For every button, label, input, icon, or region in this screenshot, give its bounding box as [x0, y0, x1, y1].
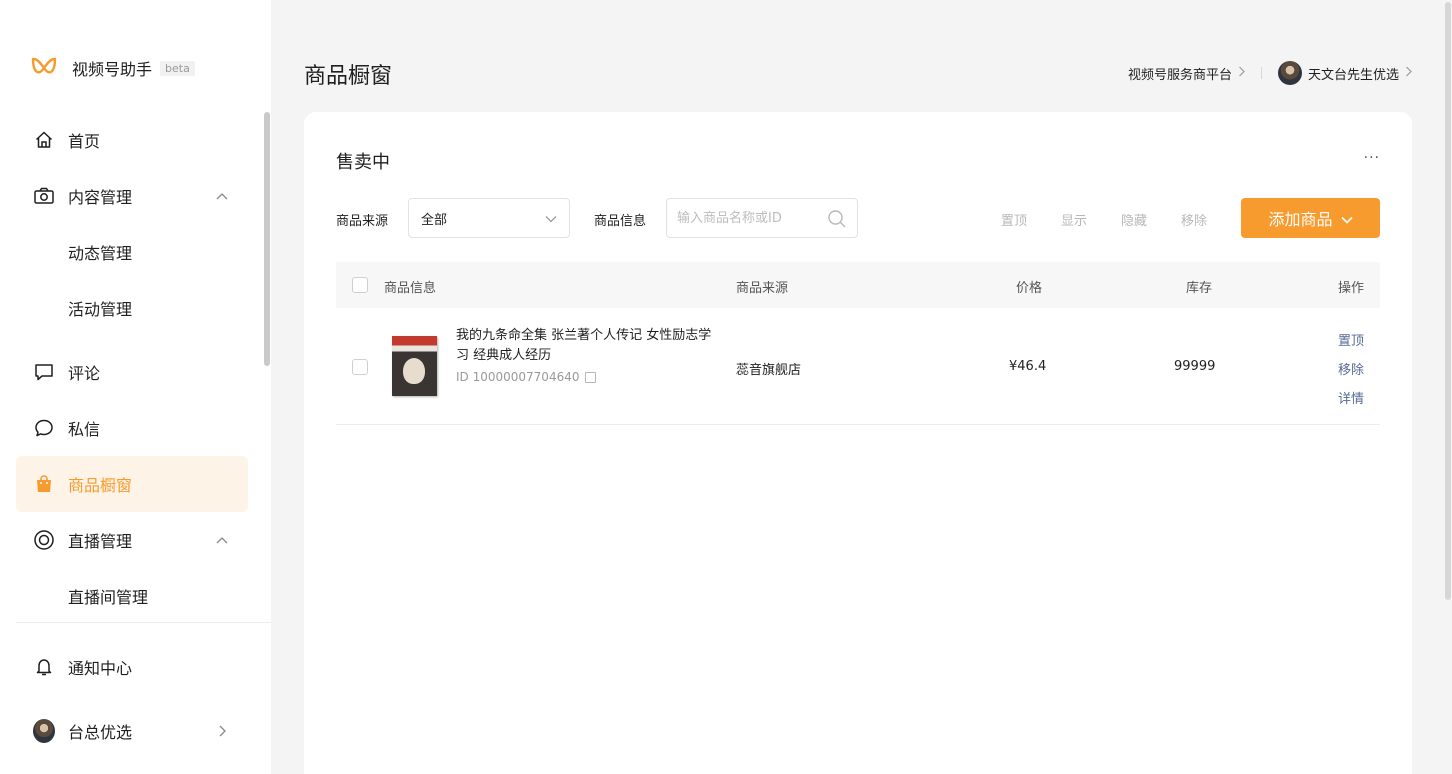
source-filter-label: 商品来源 [336, 214, 389, 229]
info-filter-label: 商品信息 [594, 214, 647, 229]
brand[interactable]: 视频号助手 beta [30, 52, 195, 84]
product-price: ¥46.4 [1009, 359, 1047, 374]
chevron-right-icon[interactable] [216, 725, 228, 737]
sidebar-nav: 首页 内容管理 动态管理 活动管理 评论 私信 商品橱窗 直播管理 直播间管理 [16, 112, 248, 624]
sidebar-item-live[interactable]: 直播管理 [16, 512, 248, 568]
sidebar-bottom: 通知中心 台总优选 [16, 622, 271, 774]
camera-icon [33, 185, 55, 207]
divider [1260, 67, 1262, 79]
beta-badge: beta [160, 60, 195, 76]
table-header: 商品信息 商品来源 价格 库存 操作 [336, 262, 1380, 308]
product-stock: 99999 [1174, 359, 1216, 374]
sidebar-item-account[interactable]: 台总优选 [16, 703, 248, 759]
comment-icon [33, 361, 55, 383]
nav-gap [16, 336, 248, 344]
source-select-value: 全部 [421, 212, 448, 228]
product-thumbnail[interactable] [392, 336, 437, 396]
product-list-card: 售卖中 ··· 商品来源 全部 商品信息 置顶 显示 隐藏 移除 添加商品 商品… [304, 112, 1412, 774]
page-scrollbar[interactable] [1444, 0, 1452, 774]
card-title: 售卖中 [336, 152, 390, 173]
add-product-button[interactable]: 添加商品 [1241, 198, 1380, 238]
column-header-stock: 库存 [1186, 281, 1213, 296]
scrollbar-thumb[interactable] [264, 112, 270, 366]
cover-portrait [403, 358, 425, 384]
copy-icon[interactable] [585, 371, 597, 383]
bulk-hide-button[interactable]: 隐藏 [1121, 210, 1147, 229]
sidebar-item-notifications[interactable]: 通知中心 [16, 639, 248, 695]
column-header-price: 价格 [1016, 281, 1043, 296]
live-icon [33, 529, 55, 551]
sidebar-item-label: 内容管理 [68, 188, 133, 207]
sidebar-scrollbar[interactable] [263, 112, 271, 622]
chevron-up-icon[interactable] [216, 534, 228, 546]
column-header-ops: 操作 [1337, 281, 1364, 296]
sidebar-item-label: 首页 [68, 132, 101, 151]
chevron-right-icon [1238, 66, 1245, 81]
chevron-down-icon [545, 212, 557, 227]
service-platform-label: 视频号服务商平台 [1127, 67, 1232, 83]
sidebar-item-content[interactable]: 内容管理 [16, 168, 248, 224]
avatar [33, 719, 55, 743]
column-header-source: 商品来源 [736, 281, 789, 296]
bulk-pin-button[interactable]: 置顶 [1001, 210, 1027, 229]
sidebar-item-messages[interactable]: 私信 [16, 400, 248, 456]
sidebar-item-label: 私信 [68, 420, 101, 439]
sidebar-item-label: 动态管理 [68, 244, 133, 263]
source-select[interactable]: 全部 [408, 198, 570, 238]
sidebar-item-label: 商品橱窗 [68, 476, 133, 495]
sidebar-item-label: 通知中心 [68, 659, 133, 678]
chevron-down-icon [1340, 209, 1353, 228]
sidebar-item-posts[interactable]: 动态管理 [16, 224, 248, 280]
sidebar-item-activities[interactable]: 活动管理 [16, 280, 248, 336]
pin-product-link[interactable]: 置顶 [1338, 330, 1364, 349]
product-id-text: ID 10000007704640 [456, 370, 580, 384]
header-links: 视频号服务商平台 天文台先生优选 [1128, 60, 1412, 86]
product-details-link[interactable]: 详情 [1338, 388, 1364, 407]
avatar [1277, 61, 1302, 85]
shopping-bag-icon [33, 473, 55, 495]
sidebar-item-label: 活动管理 [68, 300, 133, 319]
home-icon [33, 129, 55, 151]
sidebar: 视频号助手 beta 首页 内容管理 动态管理 活动管理 评论 私信 商品橱窗 … [0, 0, 271, 774]
sidebar-item-comments[interactable]: 评论 [16, 344, 248, 400]
sidebar-item-live-rooms[interactable]: 直播间管理 [16, 568, 248, 624]
chevron-up-icon[interactable] [216, 190, 228, 202]
sidebar-item-label: 评论 [68, 364, 101, 383]
sidebar-item-label: 直播间管理 [68, 588, 149, 607]
product-source: 蕊音旗舰店 [736, 363, 802, 378]
select-all-checkbox[interactable] [352, 277, 368, 293]
scrollbar-thumb[interactable] [1445, 2, 1451, 600]
chevron-right-icon [1405, 66, 1412, 81]
bulk-remove-button[interactable]: 移除 [1181, 210, 1207, 229]
service-platform-link[interactable]: 视频号服务商平台 [1128, 64, 1245, 83]
account-name: 天文台先生优选 [1307, 67, 1399, 83]
search-icon[interactable] [827, 209, 847, 229]
remove-product-link[interactable]: 移除 [1338, 359, 1364, 378]
account-switcher[interactable]: 天文台先生优选 [1277, 61, 1412, 85]
app-name: 视频号助手 [72, 60, 153, 79]
page-title: 商品橱窗 [304, 64, 393, 89]
column-header-info: 商品信息 [384, 281, 437, 296]
row-checkbox[interactable] [352, 359, 368, 375]
bell-icon [33, 656, 55, 678]
product-title: 我的九条命全集 张兰著个人传记 女性励志学习 经典成人经历 [456, 328, 712, 363]
sidebar-item-showcase[interactable]: 商品橱窗 [16, 456, 248, 512]
add-product-label: 添加商品 [1268, 210, 1333, 229]
message-icon [33, 417, 55, 439]
sidebar-item-label: 台总优选 [68, 723, 133, 742]
sidebar-item-label: 直播管理 [68, 532, 133, 551]
account-avatar [33, 719, 55, 743]
search-input[interactable] [677, 208, 825, 228]
bulk-show-button[interactable]: 显示 [1061, 210, 1087, 229]
product-id: ID 10000007704640 [456, 370, 597, 384]
product-search [666, 198, 858, 238]
more-options-icon[interactable]: ··· [1364, 150, 1380, 166]
sidebar-item-home[interactable]: 首页 [16, 112, 248, 168]
table-row: 我的九条命全集 张兰著个人传记 女性励志学习 经典成人经历 ID 1000000… [336, 308, 1380, 425]
channels-logo-icon [30, 52, 58, 84]
